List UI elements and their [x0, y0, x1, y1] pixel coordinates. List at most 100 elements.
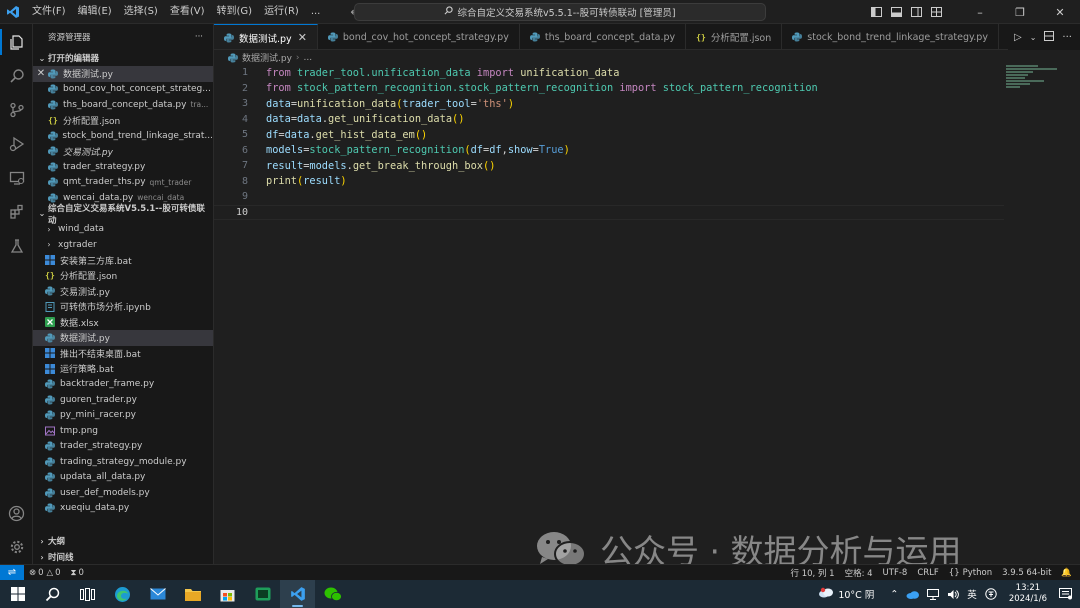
extensions-icon[interactable] [0, 195, 33, 229]
volume-icon[interactable] [943, 589, 963, 600]
open-editor-item[interactable]: ✕ 数据测试.py [33, 66, 213, 82]
menu-item[interactable]: 运行(R) [258, 0, 305, 24]
edge-browser-icon[interactable] [105, 580, 140, 608]
file-item[interactable]: xueqiu_data.py [33, 501, 213, 517]
code-line[interactable]: 7 result=models.get_break_through_box() [214, 158, 1004, 174]
open-editors-header[interactable]: ⌄ 打开的编辑器 [33, 50, 213, 66]
open-editor-item[interactable]: bond_cov_hot_concept_strateg... [33, 82, 213, 98]
search-icon[interactable] [0, 59, 33, 93]
editor-tab[interactable]: {} 分析配置.json [686, 24, 783, 49]
close-icon[interactable]: ✕ [298, 31, 307, 44]
source-control-icon[interactable] [0, 93, 33, 127]
run-python-file-icon[interactable]: ▷ [1014, 32, 1022, 43]
file-item[interactable]: updata_all_data.py [33, 470, 213, 486]
file-item[interactable]: trader_strategy.py [33, 439, 213, 455]
code-line[interactable]: 9 [214, 189, 1004, 205]
file-item[interactable]: 数据测试.py [33, 330, 213, 346]
editor-tab[interactable]: ths_board_concept_data.py [520, 24, 687, 49]
minimap[interactable] [1006, 65, 1060, 95]
editor-tab[interactable]: stock_bond_trend_linkage_strategy.py [782, 24, 999, 49]
command-center-search[interactable]: 综合自定义交易系统v5.5.1--股可转债联动 [管理员] [354, 3, 766, 21]
menu-item[interactable]: 转到(G) [211, 0, 259, 24]
code-line[interactable]: 2 from stock_pattern_recognition.stock_pa… [214, 81, 1004, 97]
chevron-up-icon[interactable]: ⌃ [886, 589, 902, 600]
close-icon[interactable]: ✕ [36, 68, 46, 79]
file-item[interactable]: guoren_trader.py [33, 392, 213, 408]
language-mode[interactable]: {} Python [944, 568, 997, 578]
file-item[interactable]: tmp.png [33, 423, 213, 439]
close-window-button[interactable]: ✕ [1040, 0, 1080, 24]
task-view-icon[interactable] [70, 580, 105, 608]
remote-explorer-icon[interactable] [0, 161, 33, 195]
weather-widget[interactable]: 10°C 阴 [814, 587, 878, 601]
open-editor-item[interactable]: stock_bond_trend_linkage_strat... [33, 128, 213, 144]
file-item[interactable]: {} 分析配置.json [33, 268, 213, 284]
input-method-indicator[interactable]: 英 [963, 587, 981, 601]
folder-item[interactable]: › xgtrader [33, 237, 213, 253]
terminal-app-icon[interactable] [245, 580, 280, 608]
mail-icon[interactable] [140, 580, 175, 608]
open-editor-item[interactable]: ths_board_concept_data.py tra... [33, 97, 213, 113]
open-editor-item[interactable]: trader_strategy.py [33, 159, 213, 175]
wechat-taskbar-icon[interactable] [315, 580, 350, 608]
split-editor-icon[interactable] [1044, 30, 1055, 44]
file-explorer-icon[interactable] [175, 580, 210, 608]
microsoft-store-icon[interactable] [210, 580, 245, 608]
windows-start-icon[interactable] [0, 580, 35, 608]
toggle-secondary-sidebar-icon[interactable] [906, 0, 926, 24]
toggle-sidebar-icon[interactable] [866, 0, 886, 24]
explorer-icon[interactable] [0, 25, 33, 59]
file-item[interactable]: trading_strategy_module.py [33, 454, 213, 470]
file-item[interactable]: 可转债市场分析.ipynb [33, 299, 213, 315]
cursor-position[interactable]: 行 10, 列 1 [786, 567, 840, 579]
notifications-bell-icon[interactable]: 🔔 [1056, 568, 1080, 578]
code-line[interactable]: 6 models=stock_pattern_recognition(df=df,… [214, 143, 1004, 159]
timeline-header[interactable]: › 时间线 [33, 549, 214, 565]
file-item[interactable]: 推出不结束桌面.bat [33, 346, 213, 362]
code-line[interactable]: 1 from trader_tool.unification_data impor… [214, 65, 1004, 81]
notification-center-icon[interactable] [1055, 588, 1080, 600]
code-line[interactable]: 4 data=data.get_unification_data() [214, 112, 1004, 128]
more-actions-icon[interactable]: ··· [1062, 32, 1072, 43]
input-language-icon[interactable] [981, 588, 1001, 600]
code-line[interactable]: 10 [214, 204, 1004, 220]
file-item[interactable]: 安装第三方库.bat [33, 253, 213, 269]
file-item[interactable]: 运行策略.bat [33, 361, 213, 377]
open-editor-item[interactable]: qmt_trader_ths.py qmt_trader [33, 175, 213, 191]
code-line[interactable]: 3 data=unification_data(trader_tool='ths'… [214, 96, 1004, 112]
code-editor[interactable]: 1 from trader_tool.unification_data impor… [214, 65, 1080, 564]
code-line[interactable]: 8 print(result) [214, 174, 1004, 190]
ports-indicator[interactable]: ⧗ 0 [66, 568, 89, 578]
breadcrumb-symbols[interactable]: ... [304, 53, 313, 63]
menu-item[interactable]: 查看(V) [164, 0, 211, 24]
menu-item[interactable]: ... [305, 0, 327, 24]
onedrive-icon[interactable] [902, 590, 923, 599]
file-item[interactable]: py_mini_racer.py [33, 408, 213, 424]
testing-flask-icon[interactable] [0, 229, 33, 263]
indentation[interactable]: 空格: 4 [840, 567, 878, 579]
editor-tab[interactable]: bond_cov_hot_concept_strategy.py [318, 24, 520, 49]
open-editor-item[interactable]: 交易测试.py [33, 144, 213, 160]
restore-button[interactable]: ❐ [1000, 0, 1040, 24]
file-item[interactable]: 交易测试.py [33, 284, 213, 300]
toggle-panel-icon[interactable] [886, 0, 906, 24]
problems-indicator[interactable]: ⊗ 0 △ 0 [24, 568, 66, 578]
file-item[interactable]: 数据.xlsx [33, 315, 213, 331]
editor-tab[interactable]: 数据测试.py ✕ [214, 24, 318, 49]
file-item[interactable]: backtrader_frame.py [33, 377, 213, 393]
minimize-button[interactable]: – [960, 0, 1000, 24]
menu-item[interactable]: 文件(F) [26, 0, 72, 24]
clock[interactable]: 13:21 2024/1/6 [1001, 583, 1055, 605]
remote-indicator-icon[interactable]: ⇌ [0, 564, 24, 581]
encoding[interactable]: UTF-8 [878, 568, 913, 578]
run-dropdown-chevron-icon[interactable]: ⌄ [1030, 33, 1037, 42]
file-item[interactable]: user_def_models.py [33, 485, 213, 501]
python-interpreter[interactable]: 3.9.5 64-bit [997, 568, 1056, 578]
open-editor-item[interactable]: {} 分析配置.json [33, 113, 213, 129]
accounts-icon[interactable] [0, 496, 33, 530]
menu-item[interactable]: 编辑(E) [72, 0, 118, 24]
breadcrumb-file[interactable]: 数据测试.py [242, 51, 292, 64]
vscode-taskbar-icon[interactable] [280, 580, 315, 608]
workspace-header[interactable]: ⌄ 综合自定义交易系统V5.5.1--股可转债联动 [33, 204, 213, 226]
more-actions-icon[interactable]: ··· [195, 32, 203, 42]
